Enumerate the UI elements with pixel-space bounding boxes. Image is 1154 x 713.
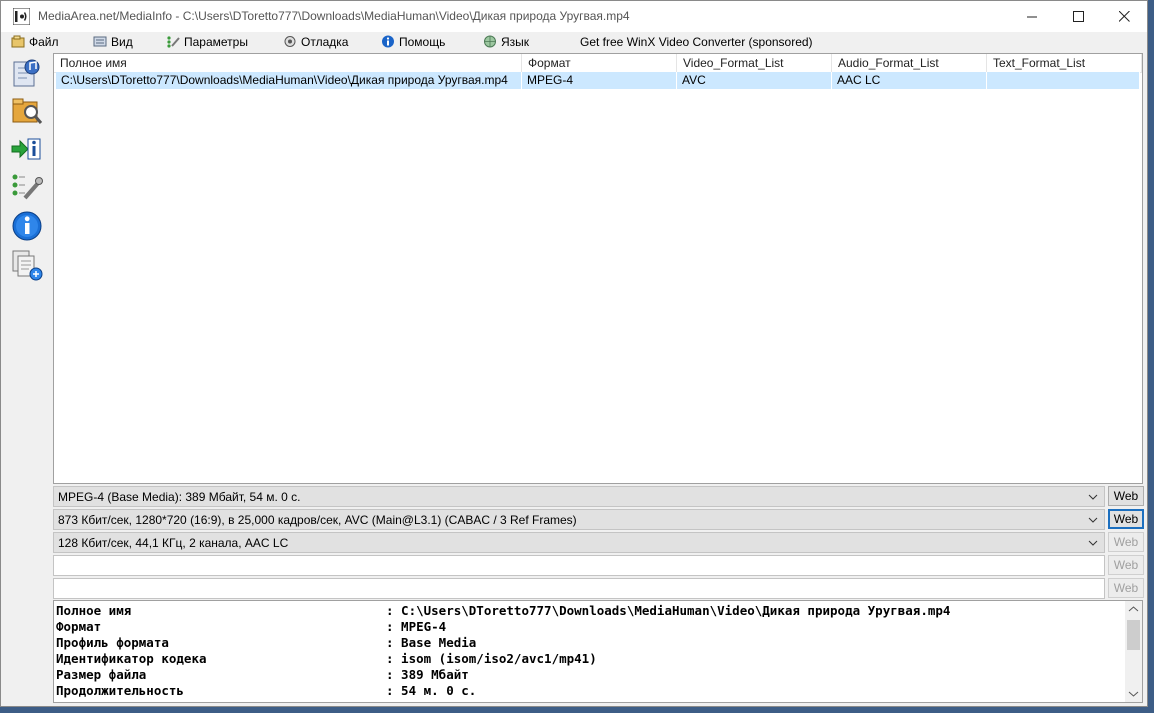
menu-help[interactable]: Помощь xyxy=(381,33,445,50)
cell-format: MPEG-4 xyxy=(522,72,677,89)
text-web-button[interactable]: Web xyxy=(1108,555,1144,575)
other-summary-field xyxy=(53,578,1105,599)
detail-value: : Base Media xyxy=(386,635,477,650)
view-menu-icon xyxy=(93,36,107,47)
donate-icon[interactable] xyxy=(11,249,43,281)
other-web-button[interactable]: Web xyxy=(1108,578,1144,598)
preferences-icon[interactable] xyxy=(11,172,43,204)
file-menu-icon xyxy=(11,35,25,48)
column-header-video-format-list[interactable]: Video_Format_List xyxy=(677,54,832,72)
general-web-button[interactable]: Web xyxy=(1108,486,1144,506)
detail-value: : C:\Users\DToretto777\Downloads\MediaHu… xyxy=(386,603,951,618)
scroll-thumb[interactable] xyxy=(1127,620,1140,650)
details-text-area[interactable]: Полное имя : C:\Users\DToretto777\Downlo… xyxy=(53,600,1143,703)
column-header-full-name[interactable]: Полное имя xyxy=(54,54,522,72)
column-header-audio-format-list[interactable]: Audio_Format_List xyxy=(832,54,987,72)
detail-value: : 389 Мбайт xyxy=(386,667,469,682)
language-menu-icon xyxy=(484,35,496,48)
detail-value: : isom (isom/iso2/avc1/mp41) xyxy=(386,651,597,666)
open-file-icon[interactable] xyxy=(11,56,43,88)
audio-summary-dropdown[interactable]: 128 Кбит/сек, 44,1 КГц, 2 канала, AAC LC xyxy=(53,532,1105,553)
detail-label: Полное имя xyxy=(56,603,132,618)
menu-bar: Файл Вид Параметры Отладка Помощь Язык G… xyxy=(1,32,1147,51)
mediainfo-window: MediaArea.net/MediaInfo - C:\Users\DTore… xyxy=(0,0,1148,707)
debug-menu-icon xyxy=(284,36,296,47)
chevron-down-icon xyxy=(1088,540,1098,546)
scroll-up-icon[interactable] xyxy=(1125,601,1142,618)
chevron-down-icon xyxy=(1088,494,1098,500)
video-summary-dropdown[interactable]: 873 Кбит/сек, 1280*720 (16:9), в 25,000 … xyxy=(53,509,1105,530)
detail-label: Размер файла xyxy=(56,667,147,682)
detail-label: Продолжительность xyxy=(56,683,184,698)
export-icon[interactable] xyxy=(11,134,43,166)
close-button[interactable] xyxy=(1101,1,1147,32)
column-header-format[interactable]: Формат xyxy=(522,54,677,72)
menu-debug[interactable]: Отладка xyxy=(283,33,348,50)
title-bar[interactable]: MediaArea.net/MediaInfo - C:\Users\DTore… xyxy=(1,1,1147,32)
video-web-button[interactable]: Web xyxy=(1108,509,1144,529)
details-scrollbar[interactable] xyxy=(1125,601,1142,702)
detail-label: Идентификатор кодека xyxy=(56,651,207,666)
general-summary-dropdown[interactable]: MPEG-4 (Base Media): 389 Мбайт, 54 м. 0 … xyxy=(53,486,1105,507)
open-folder-icon[interactable] xyxy=(11,94,43,126)
close-icon xyxy=(1118,11,1130,22)
minimize-button[interactable] xyxy=(1009,1,1055,32)
detail-value: : 54 м. 0 с. xyxy=(386,683,477,698)
detail-value: : MPEG-4 xyxy=(386,619,447,634)
options-menu-icon xyxy=(167,36,180,48)
menu-view[interactable]: Вид xyxy=(93,33,133,50)
help-menu-icon xyxy=(382,35,394,48)
file-list-header: Полное имя Формат Video_Format_List Audi… xyxy=(54,54,1142,73)
file-list[interactable]: Полное имя Формат Video_Format_List Audi… xyxy=(53,53,1143,484)
menu-options[interactable]: Параметры xyxy=(166,33,248,50)
audio-web-button[interactable]: Web xyxy=(1108,532,1144,552)
menu-file[interactable]: Файл xyxy=(11,33,59,50)
mediainfo-logo-icon xyxy=(13,8,30,25)
minimize-icon xyxy=(1026,16,1037,18)
text-summary-field xyxy=(53,555,1105,576)
cell-text-format xyxy=(987,72,1140,89)
scroll-down-icon[interactable] xyxy=(1125,685,1142,702)
chevron-down-icon xyxy=(1088,517,1098,523)
detail-label: Формат xyxy=(56,619,102,634)
table-row[interactable]: C:\Users\DToretto777\Downloads\MediaHuma… xyxy=(56,72,1140,89)
cell-audio-format: AAC LC xyxy=(832,72,987,89)
menu-language[interactable]: Язык xyxy=(483,33,529,50)
cell-video-format: AVC xyxy=(677,72,832,89)
column-header-text-format-list[interactable]: Text_Format_List xyxy=(987,54,1142,72)
about-icon[interactable] xyxy=(11,210,43,242)
menu-sponsored-link[interactable]: Get free WinX Video Converter (sponsored… xyxy=(580,33,813,50)
left-toolbar xyxy=(1,52,52,706)
maximize-button[interactable] xyxy=(1055,1,1101,32)
window-title: MediaArea.net/MediaInfo - C:\Users\DTore… xyxy=(38,9,630,23)
maximize-icon xyxy=(1072,11,1084,22)
cell-full-name: C:\Users\DToretto777\Downloads\MediaHuma… xyxy=(56,72,522,89)
detail-label: Профиль формата xyxy=(56,635,169,650)
